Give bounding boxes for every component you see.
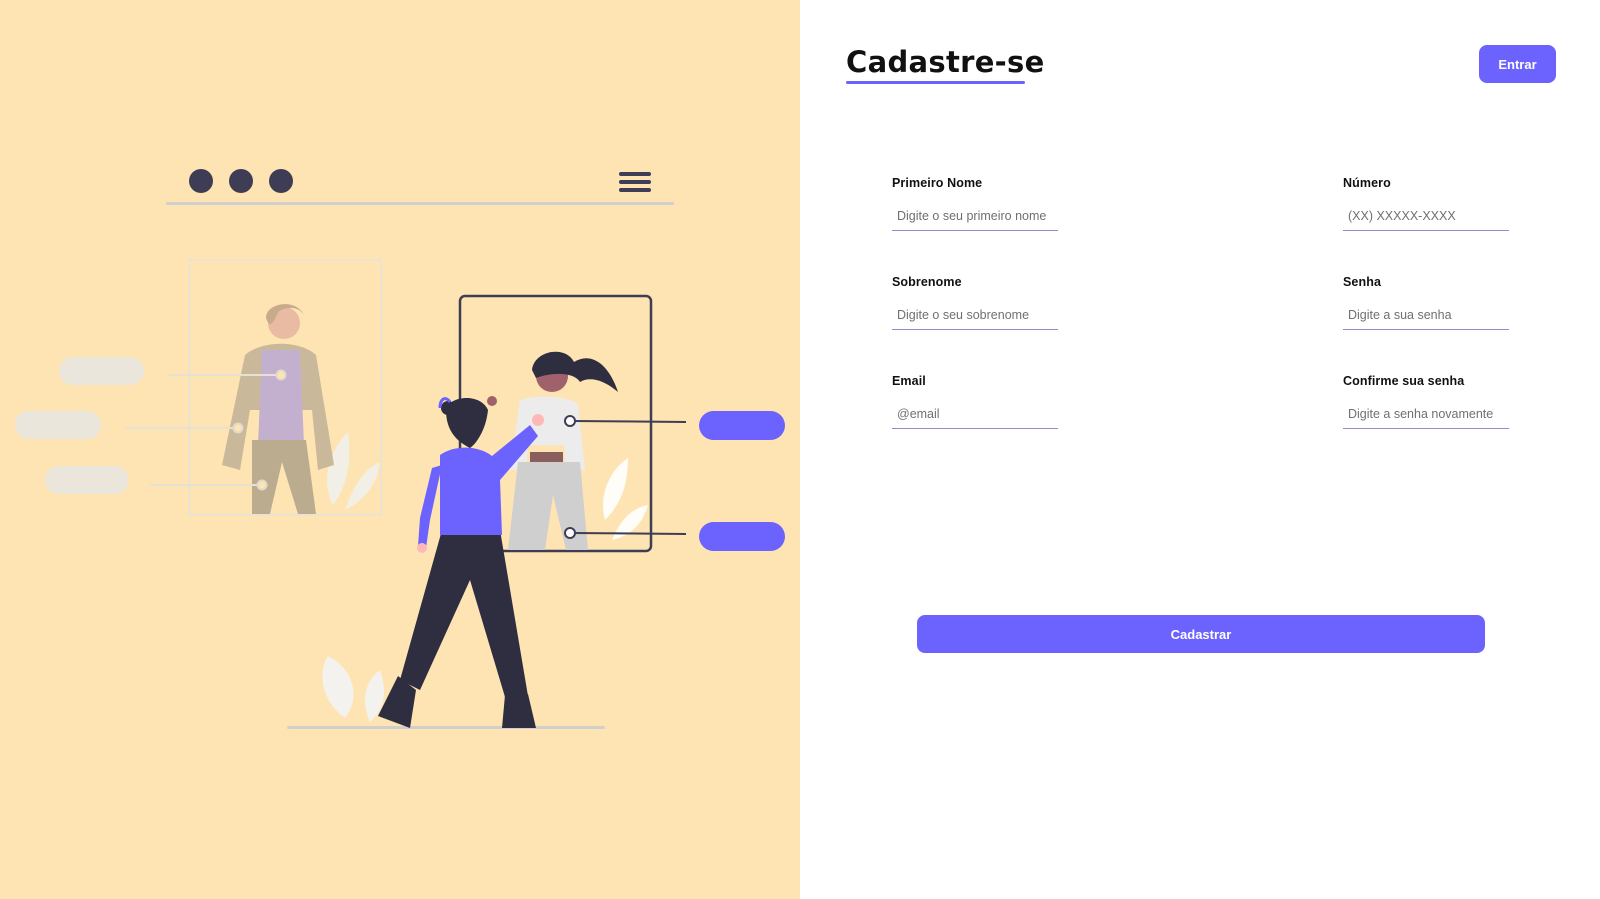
last-name-input[interactable] [892,300,1058,330]
window-dot-icon [269,169,293,193]
hamburger-menu-icon [619,172,651,192]
title-underline [846,81,1025,84]
login-button[interactable]: Entrar [1479,45,1556,83]
first-name-input[interactable] [892,201,1058,231]
woman-illustration [287,396,605,729]
first-name-label: Primeiro Nome [892,176,983,190]
page-title: Cadastre-se [846,45,1045,79]
sign-up-illustration [15,169,785,729]
password-group: Senha [1343,275,1509,330]
profile-labels [564,411,785,551]
phone-label: Número [1343,176,1391,190]
last-name-label: Sobrenome [892,275,962,289]
email-label: Email [892,374,926,388]
phone-input[interactable] [1343,201,1509,231]
last-name-group: Sobrenome [892,275,1058,330]
confirm-password-group: Confirme sua senha [1343,374,1509,429]
phone-group: Número [1343,176,1509,231]
top-divider [166,202,674,205]
window-dot-icon [189,169,213,193]
confirm-password-label: Confirme sua senha [1343,374,1465,388]
faded-profile-card [188,259,382,516]
email-input[interactable] [892,399,1058,429]
email-group: Email [892,374,1058,429]
password-input[interactable] [1343,300,1509,330]
illustration-panel [0,0,800,899]
signup-panel: Cadastre-se Entrar Primeiro Nome Sobreno… [800,0,1600,899]
submit-button[interactable]: Cadastrar [917,615,1485,653]
password-label: Senha [1343,275,1382,289]
first-name-group: Primeiro Nome [892,176,1058,231]
window-dot-icon [229,169,253,193]
page: Cadastre-se Entrar Primeiro Nome Sobreno… [0,0,1600,899]
confirm-password-input[interactable] [1343,399,1509,429]
